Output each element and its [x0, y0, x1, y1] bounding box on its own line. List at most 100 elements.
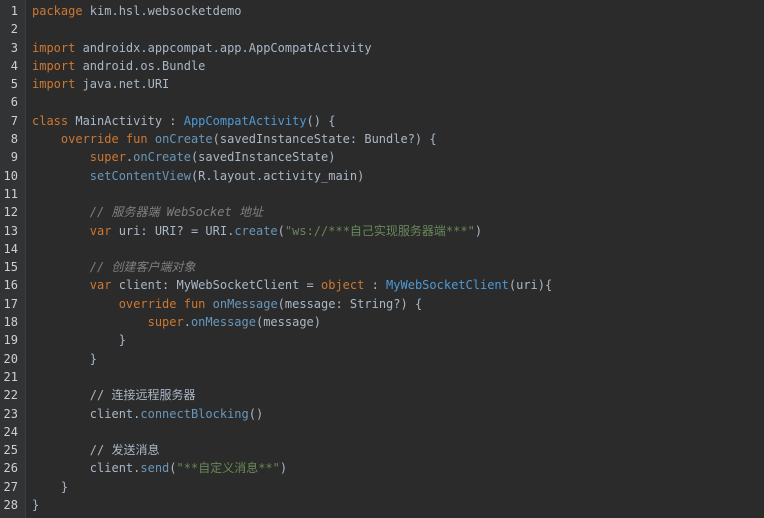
line-number: 16 — [3, 278, 18, 293]
code-area[interactable]: 1 package kim.hsl.websocketdemo 2 3 import a… — [0, 2, 764, 514]
line-number: 4 — [10, 58, 18, 73]
code-text: setContentView(R.layout.activity_main) — [32, 167, 365, 185]
line-number: 17 — [3, 296, 18, 311]
code-text: package kim.hsl.websocketdemo — [32, 2, 242, 20]
function-token: create — [234, 223, 278, 238]
code-line[interactable]: 9 super.onCreate(savedInstanceState) — [0, 148, 764, 166]
line-number: 24 — [3, 424, 18, 439]
code-text: // 创建客户端对象 — [32, 258, 196, 276]
code-token: . — [183, 315, 191, 330]
code-line[interactable]: 4 import android.os.Bundle — [0, 57, 764, 75]
code-token: kim.hsl.websocketdemo — [82, 4, 242, 18]
code-token: ( — [277, 223, 285, 238]
code-token: (message) — [255, 315, 322, 330]
line-number: 22 — [3, 388, 18, 403]
code-text: } — [32, 496, 39, 514]
code-token: } — [32, 351, 98, 366]
code-line[interactable]: 26 client.send("**自定义消息**") — [0, 459, 764, 477]
code-token: ( — [169, 461, 177, 476]
code-text: override fun onCreate(savedInstanceState… — [32, 130, 437, 148]
line-number: 1 — [10, 4, 18, 18]
code-text: // 服务器端 WebSocket 地址 — [32, 203, 263, 221]
function-token: onMessage — [212, 296, 278, 311]
code-token: () — [248, 406, 264, 421]
code-line[interactable]: 10 setContentView(R.layout.activity_main… — [0, 167, 764, 185]
code-text: super.onCreate(savedInstanceState) — [32, 148, 336, 166]
keyword-token: import — [32, 77, 76, 92]
line-number: 8 — [10, 132, 18, 147]
code-line[interactable]: 27 } — [0, 478, 764, 496]
code-editor[interactable]: 1 package kim.hsl.websocketdemo 2 3 import a… — [0, 0, 764, 518]
code-text: client.connectBlocking() — [32, 405, 263, 423]
code-line[interactable]: 11 — [0, 185, 764, 203]
line-number: 25 — [3, 443, 18, 458]
code-text: override fun onMessage(message: String?)… — [32, 295, 422, 313]
code-line[interactable]: 14 — [0, 240, 764, 258]
code-text: } — [32, 331, 126, 349]
code-token: (savedInstanceState) — [190, 150, 336, 165]
code-text: } — [32, 350, 97, 368]
code-token: : — [364, 278, 387, 293]
code-line[interactable]: 15 // 创建客户端对象 — [0, 258, 764, 276]
code-text: // 连接远程服务器 — [32, 386, 196, 404]
code-line[interactable]: 2 — [0, 20, 764, 38]
code-text: class MainActivity : AppCompatActivity()… — [32, 112, 335, 130]
line-number: 3 — [10, 40, 18, 55]
keyword-token: override fun — [118, 296, 206, 311]
keyword-token: package — [32, 4, 83, 18]
code-line[interactable]: 28} — [0, 496, 764, 514]
code-token: } — [32, 498, 40, 513]
code-line[interactable]: 8 override fun onCreate(savedInstanceSta… — [0, 130, 764, 148]
comment-token: // 服务器端 WebSocket 地址 — [89, 205, 263, 220]
code-line[interactable]: 13 var uri: URI? = URI.create("ws://***自… — [0, 222, 764, 240]
code-line[interactable]: 3 import androidx.appcompat.app.AppCompat… — [0, 39, 764, 57]
code-line[interactable]: 24 — [0, 423, 764, 441]
line-number: 21 — [3, 369, 18, 384]
line-number: 23 — [3, 406, 18, 421]
code-line[interactable]: 18 super.onMessage(message) — [0, 313, 764, 331]
code-token: () { — [306, 113, 336, 128]
keyword-token: super — [89, 150, 126, 165]
code-text: // 发送消息 — [32, 441, 160, 459]
function-token: setContentView — [89, 168, 191, 183]
code-text: super.onMessage(message) — [32, 313, 321, 331]
code-token: client. — [32, 461, 141, 476]
code-token: MainActivity : — [68, 113, 184, 128]
function-token: connectBlocking — [140, 406, 249, 421]
code-line[interactable]: 16 var client: MyWebSocketClient = objec… — [0, 276, 764, 294]
code-token: ) — [279, 461, 288, 476]
code-text: import android.os.Bundle — [32, 57, 205, 75]
line-number: 18 — [3, 315, 18, 330]
code-line[interactable]: 22 // 连接远程服务器 — [0, 386, 764, 404]
code-line[interactable]: 25 // 发送消息 — [0, 441, 764, 459]
line-number: 28 — [3, 498, 18, 513]
function-token: send — [140, 461, 170, 476]
code-line[interactable]: 7 class MainActivity : AppCompatActivity(… — [0, 112, 764, 130]
code-token: ) — [474, 223, 483, 238]
code-line[interactable]: 17 override fun onMessage(message: Strin… — [0, 295, 764, 313]
code-line[interactable]: 23 client.connectBlocking() — [0, 405, 764, 423]
class-token: MyWebSocketClient — [386, 278, 509, 293]
line-number: 2 — [10, 22, 18, 37]
code-token: } — [32, 333, 126, 348]
function-token: onMessage — [190, 315, 256, 330]
code-line[interactable]: 6 — [0, 93, 764, 111]
code-line[interactable]: 19 } — [0, 331, 764, 349]
line-number: 6 — [10, 95, 18, 110]
code-line[interactable]: 1 package kim.hsl.websocketdemo — [0, 2, 764, 20]
code-token: client: MyWebSocketClient = — [111, 278, 321, 293]
code-line[interactable]: 21 — [0, 368, 764, 386]
code-line[interactable]: 12 // 服务器端 WebSocket 地址 — [0, 203, 764, 221]
keyword-token: class — [32, 113, 69, 128]
code-line[interactable]: 20 } — [0, 350, 764, 368]
code-token: java.net.URI — [75, 77, 170, 92]
line-number: 12 — [3, 205, 18, 220]
keyword-token: import — [32, 58, 76, 73]
code-line[interactable]: 5 import java.net.URI — [0, 75, 764, 93]
